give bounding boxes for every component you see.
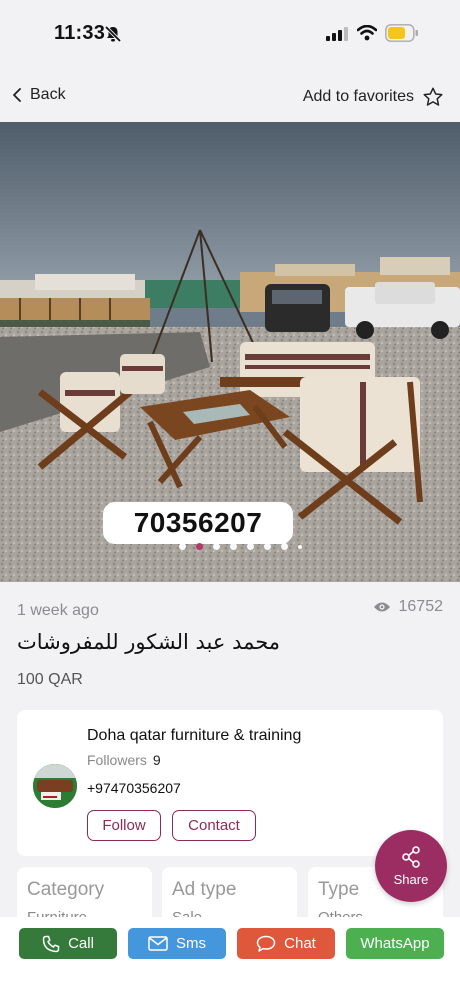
followers-label: Followers (87, 752, 147, 768)
sms-label: Sms (176, 935, 206, 952)
status-bar: 11:33 (0, 0, 460, 66)
carousel-dots[interactable] (0, 543, 460, 550)
detail-key: Category (27, 879, 105, 900)
carousel-dot-active[interactable] (195, 543, 203, 550)
wifi-icon (357, 25, 377, 41)
listing-price: 100 QAR (17, 671, 83, 688)
phone-icon (42, 935, 60, 952)
carousel-dot[interactable] (246, 543, 254, 550)
seller-name[interactable]: Doha qatar furniture & training (87, 727, 301, 745)
nav-bar: Back Add to favorites (0, 66, 460, 122)
follow-button[interactable]: Follow (87, 810, 161, 841)
carousel-dot[interactable] (178, 543, 186, 550)
back-button[interactable]: Back (12, 86, 66, 104)
phone-overlay: 70356207 (103, 502, 293, 544)
status-time: 11:33 (54, 22, 106, 44)
signal-icon (326, 27, 348, 41)
share-icon (402, 846, 420, 868)
views-value: 16752 (398, 598, 444, 615)
envelope-icon (148, 936, 168, 951)
eye-icon (373, 602, 390, 612)
carousel-dot[interactable] (229, 543, 237, 550)
chevron-left-icon (13, 88, 21, 102)
share-button[interactable]: Share (375, 830, 447, 902)
call-label: Call (68, 935, 94, 952)
view-count: 16752 (373, 598, 444, 616)
favorites-label: Add to favorites (302, 88, 414, 105)
contact-button[interactable]: Contact (172, 810, 256, 841)
seller-card[interactable]: Doha qatar furniture & training Follower… (17, 710, 443, 856)
bell-off-icon (104, 25, 122, 43)
chat-button[interactable]: Chat (237, 928, 335, 959)
whatsapp-button[interactable]: WhatsApp (346, 928, 444, 959)
add-to-favorites-button[interactable]: Add to favorites (303, 86, 444, 108)
posted-time: 1 week ago (17, 602, 99, 619)
carousel-dot[interactable] (280, 543, 288, 550)
carousel-dot[interactable] (212, 543, 220, 550)
back-label: Back (30, 86, 66, 103)
seller-avatar-image (33, 764, 77, 808)
call-button[interactable]: Call (19, 928, 117, 959)
followers-count: 9 (152, 752, 161, 768)
carousel-dot[interactable] (263, 543, 271, 550)
battery-icon (385, 24, 418, 42)
chat-label: Chat (284, 935, 316, 952)
carousel-dot[interactable] (297, 545, 302, 549)
share-label: Share (393, 872, 429, 887)
whatsapp-label: WhatsApp (360, 935, 430, 952)
action-bar: Call Sms Chat WhatsApp (0, 917, 460, 1000)
avatar[interactable] (33, 764, 77, 808)
followers: Followers 9 (87, 752, 161, 768)
listing-title: محمد عبد الشكور للمفروشات (17, 630, 281, 654)
seller-phone[interactable]: +97470356207 (87, 780, 181, 796)
detail-key: Ad type (172, 879, 237, 900)
listing-photo[interactable]: 70356207 (0, 122, 460, 582)
star-icon (423, 87, 443, 106)
sms-button[interactable]: Sms (128, 928, 226, 959)
chat-bubble-icon (256, 935, 276, 952)
